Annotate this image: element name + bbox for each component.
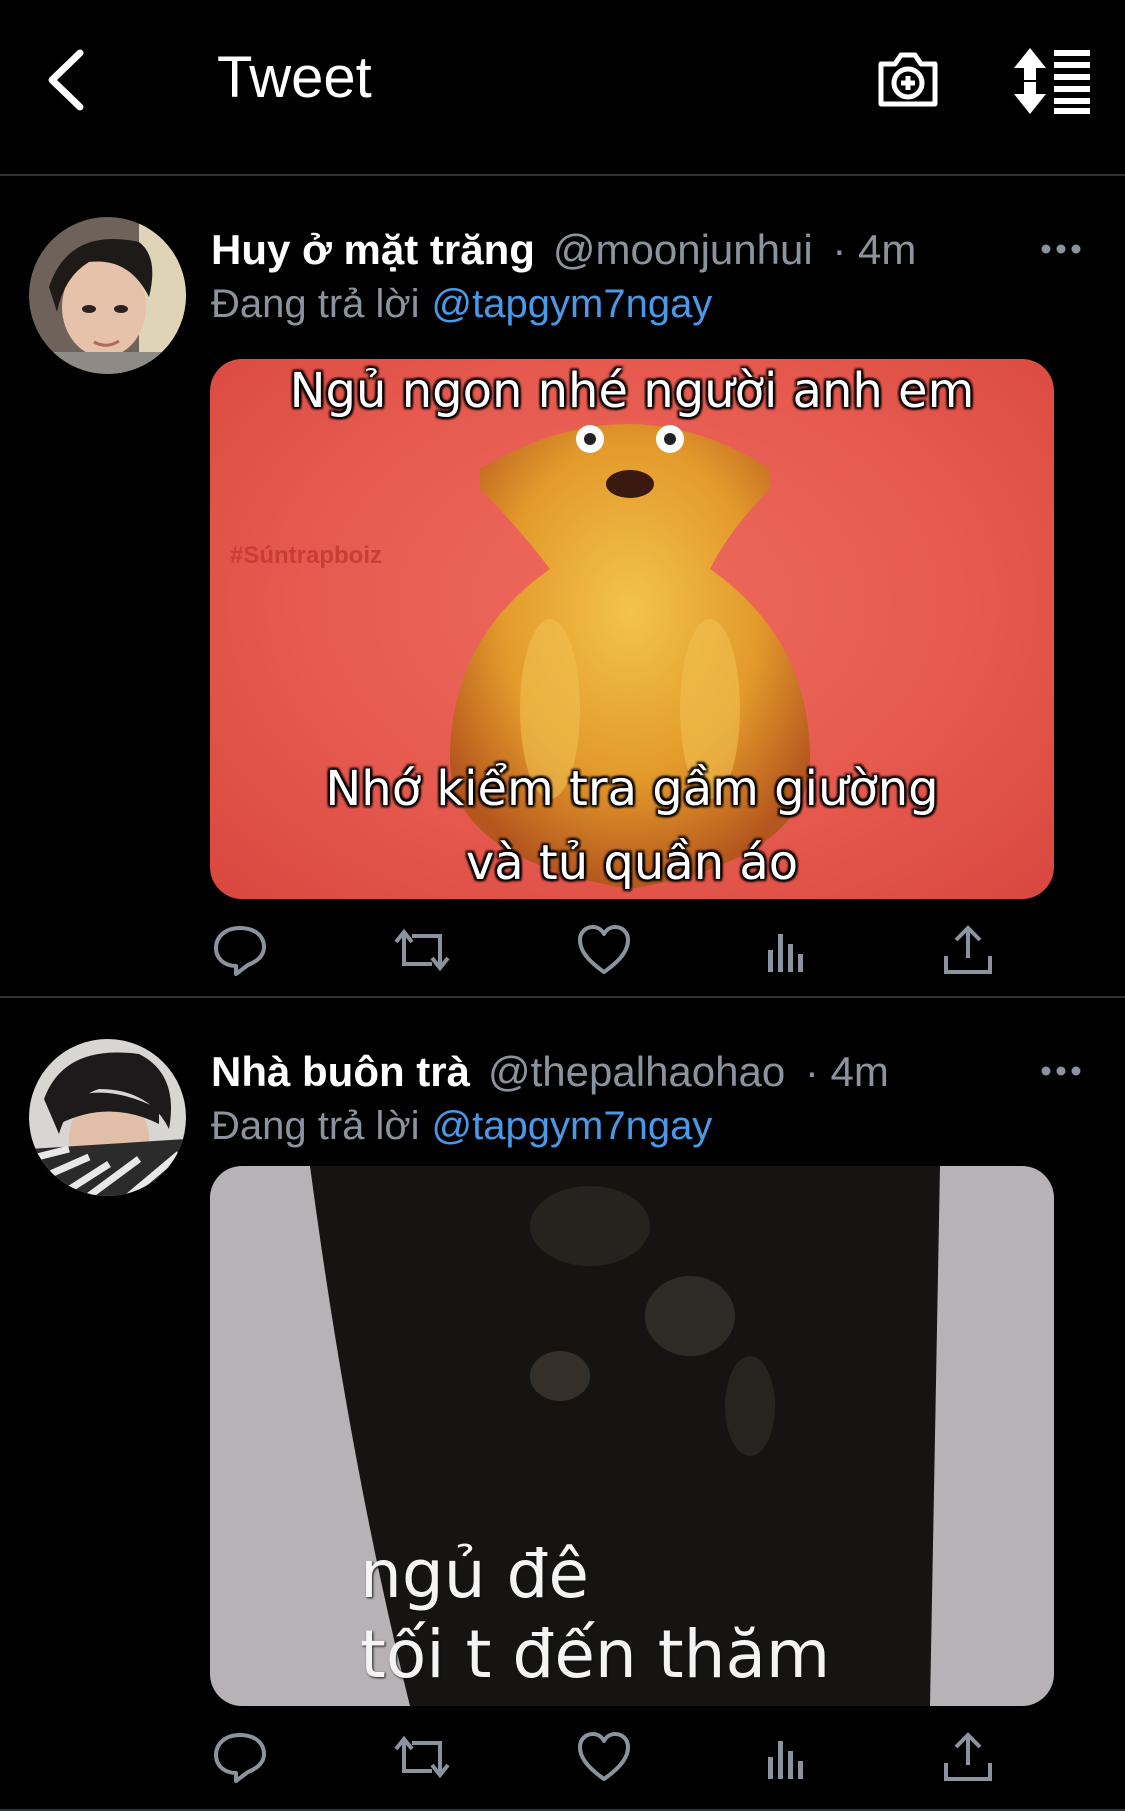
author-line: Huy ở mặt trăng @moonjunhui · 4m [211,220,916,280]
replying-label: Đang trả lời [211,282,420,326]
meme-caption-bottom-2: và tủ quần áo [465,835,799,891]
replying-to: Đang trả lời @tapgym7ngay [211,274,712,334]
top-bar: Tweet [0,0,1125,176]
analytics-icon[interactable] [756,920,816,980]
reply-icon[interactable] [210,920,270,980]
tweet[interactable]: Nhà buôn trà @thepalhaohao · 4m Đang trả … [0,998,1125,1811]
retweet-icon[interactable] [392,1727,452,1787]
more-options-icon[interactable] [1040,234,1082,264]
avatar[interactable] [29,1039,186,1196]
display-name[interactable]: Nhà buôn trà [211,1048,470,1095]
tweet-actions [210,1727,1000,1787]
tweet[interactable]: Huy ở mặt trăng @moonjunhui · 4m Đang trả… [0,176,1125,998]
timestamp: · 4m [832,226,917,273]
image-watermark: #Súntrapboiz [230,542,383,569]
sort-icon[interactable] [1012,46,1092,116]
meme-caption-line-1: ngủ đê [360,1536,590,1613]
replying-label: Đang trả lời [211,1104,420,1148]
user-handle[interactable]: @thepalhaohao [488,1048,785,1095]
analytics-icon[interactable] [756,1727,816,1787]
mention-link[interactable]: @tapgym7ngay [432,1104,713,1148]
tweet-image[interactable]: ngủ đê tối t đến thăm [210,1166,1054,1706]
retweet-icon[interactable] [392,920,452,980]
page-title: Tweet [217,45,372,110]
share-icon[interactable] [938,920,998,980]
mention-link[interactable]: @tapgym7ngay [432,282,713,326]
tweet-actions [210,920,1000,980]
more-options-icon[interactable] [1040,1056,1082,1086]
meme-caption-top: Ngủ ngon nhé người anh em [289,363,975,419]
user-handle[interactable]: @moonjunhui [553,226,813,273]
display-name[interactable]: Huy ở mặt trăng [211,226,535,273]
timestamp: · 4m [804,1048,889,1095]
share-icon[interactable] [938,1727,998,1787]
meme-caption-line-2: tối t đến thăm [360,1616,831,1693]
meme-caption-bottom: Nhớ kiểm tra gầm giường [325,761,939,817]
reply-icon[interactable] [210,1727,270,1787]
author-line: Nhà buôn trà @thepalhaohao · 4m [211,1042,889,1102]
tweet-image[interactable]: #Súntrapboiz Ngủ ngon nhé người anh em N… [210,359,1054,899]
replying-to: Đang trả lời @tapgym7ngay [211,1096,712,1156]
like-icon[interactable] [574,1727,634,1787]
avatar[interactable] [29,217,186,374]
chevron-left-icon[interactable] [40,45,96,115]
camera-plus-icon[interactable] [875,48,941,112]
like-icon[interactable] [574,920,634,980]
